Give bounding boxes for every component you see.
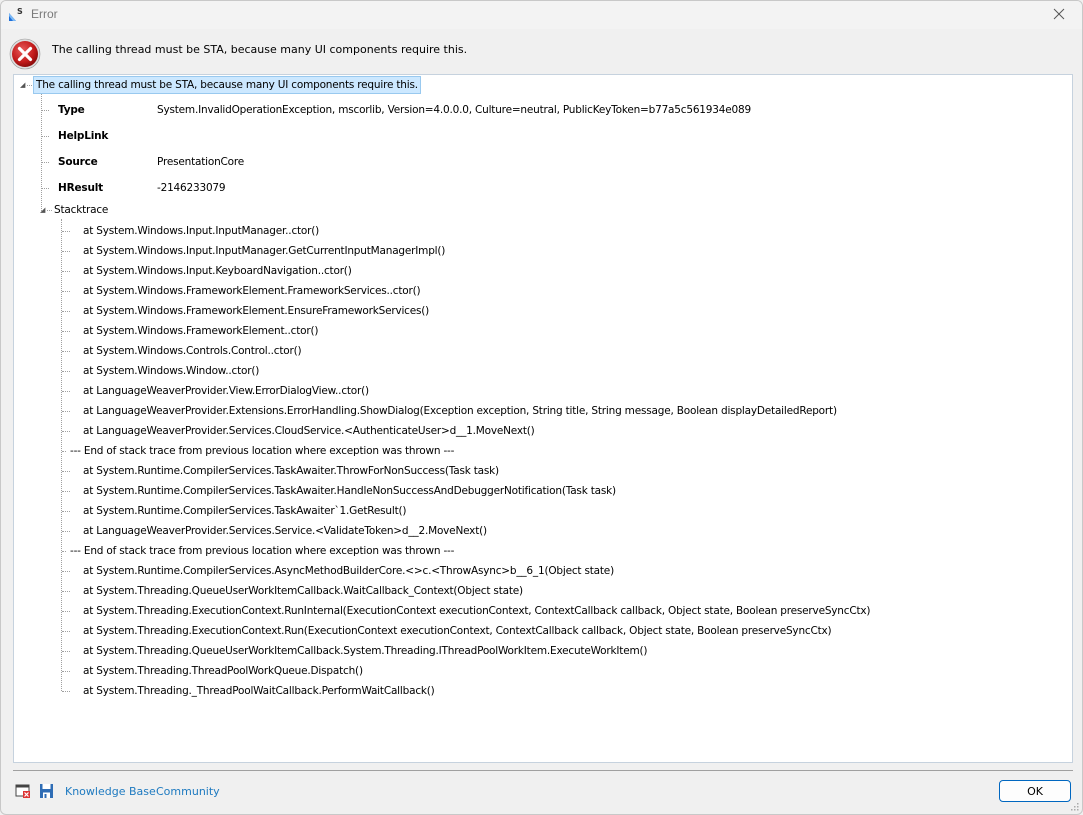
error-header: The calling thread must be STA, because … [1, 31, 1082, 71]
window-title: Error [31, 7, 58, 21]
stacktrace-frame[interactable]: at System.Runtime.CompilerServices.TaskA… [83, 482, 616, 500]
stacktrace-frame[interactable]: at System.Runtime.CompilerServices.TaskA… [83, 502, 407, 520]
tree-connector [62, 251, 70, 252]
stacktrace-frame[interactable]: at System.Windows.Input.InputManager.Get… [83, 242, 445, 260]
tree-connector [41, 94, 42, 211]
tree-connector [62, 651, 70, 652]
stacktrace-frame[interactable]: at System.Windows.FrameworkElement..ctor… [83, 322, 318, 340]
property-value[interactable]: -2146233079 [157, 179, 226, 197]
tree-connector [42, 110, 49, 111]
tree-connector [61, 219, 62, 691]
tree-connector [42, 188, 49, 189]
stacktrace-frame[interactable]: at System.Windows.Input.InputManager..ct… [83, 222, 319, 240]
stacktrace-frame[interactable]: at System.Windows.Window..ctor() [83, 362, 259, 380]
title-bar: S Error [1, 1, 1082, 29]
property-key: HResult [58, 182, 103, 194]
error-dialog-window: S Error The calling thread must be STA, … [0, 0, 1083, 815]
property-key: Source [58, 156, 98, 168]
save-icon[interactable] [39, 783, 55, 799]
error-icon [9, 38, 41, 70]
svg-text:S: S [17, 7, 23, 16]
stacktrace-separator[interactable]: --- End of stack trace from previous loc… [70, 542, 454, 560]
close-window-icon[interactable] [15, 783, 31, 799]
stacktrace-frame[interactable]: at System.Windows.Controls.Control..ctor… [83, 342, 302, 360]
tree-connector [62, 231, 70, 232]
property-value[interactable]: PresentationCore [157, 153, 244, 171]
close-icon [1053, 8, 1065, 23]
close-button[interactable] [1036, 1, 1082, 29]
stacktrace-frame[interactable]: at System.Windows.FrameworkElement.Frame… [83, 282, 421, 300]
tree-connector [62, 671, 70, 672]
tree-connector [62, 391, 70, 392]
knowledge-base-link[interactable]: Knowledge Base [65, 785, 156, 798]
tree-connector [27, 85, 32, 86]
stacktrace-frame[interactable]: at LanguageWeaverProvider.Services.Cloud… [83, 422, 535, 440]
exception-tree[interactable]: ◢ The calling thread must be STA, becaus… [13, 74, 1073, 763]
stacktrace-frame[interactable]: at System.Runtime.CompilerServices.Async… [83, 562, 614, 580]
tree-connector [62, 611, 70, 612]
tree-connector [62, 331, 70, 332]
property-value[interactable]: System.InvalidOperationException, mscorl… [157, 101, 751, 119]
stacktrace-frame[interactable]: at System.Runtime.CompilerServices.TaskA… [83, 462, 499, 480]
stacktrace-frame[interactable]: at LanguageWeaverProvider.Services.Servi… [83, 522, 487, 540]
community-link[interactable]: Community [156, 785, 220, 798]
tree-connector [62, 511, 70, 512]
stacktrace-frame[interactable]: at System.Threading.QueueUserWorkItemCal… [83, 642, 647, 660]
resize-grip-icon[interactable] [1070, 802, 1080, 812]
s-app-logo-icon: S [8, 6, 24, 22]
tree-connector [62, 431, 70, 432]
tree-root-node[interactable]: The calling thread must be STA, because … [33, 76, 421, 94]
tree-connector [62, 471, 70, 472]
stacktrace-frame[interactable]: at System.Threading._ThreadPoolWaitCallb… [83, 682, 435, 700]
tree-connector [62, 591, 70, 592]
stacktrace-frame[interactable]: at System.Windows.FrameworkElement.Ensur… [83, 302, 429, 320]
tree-connector [42, 136, 49, 137]
tree-connector [42, 162, 49, 163]
stacktrace-frame[interactable]: at System.Threading.ExecutionContext.Run… [83, 622, 832, 640]
tree-connector [62, 451, 66, 452]
property-key: Type [58, 104, 85, 116]
tree-connector [62, 371, 70, 372]
tree-connector [62, 351, 70, 352]
ok-button[interactable]: OK [999, 780, 1071, 802]
footer-divider [13, 770, 1073, 771]
stacktrace-frame[interactable]: at System.Threading.QueueUserWorkItemCal… [83, 582, 523, 600]
tree-connector [62, 411, 70, 412]
tree-connector [62, 631, 70, 632]
error-message: The calling thread must be STA, because … [52, 43, 468, 56]
stacktrace-node[interactable]: Stacktrace [54, 201, 108, 219]
stacktrace-frame[interactable]: at LanguageWeaverProvider.Extensions.Err… [83, 402, 837, 420]
tree-connector [62, 271, 70, 272]
stacktrace-frame[interactable]: at System.Threading.ExecutionContext.Run… [83, 602, 870, 620]
tree-connector [62, 691, 70, 692]
tree-connector [62, 551, 66, 552]
tree-connector [62, 291, 70, 292]
tree-connector [62, 311, 70, 312]
tree-connector [62, 491, 70, 492]
stacktrace-frame[interactable]: at System.Windows.Input.KeyboardNavigati… [83, 262, 352, 280]
stacktrace-frame[interactable]: at System.Threading.ThreadPoolWorkQueue.… [83, 662, 363, 680]
stacktrace-frame[interactable]: at LanguageWeaverProvider.View.ErrorDial… [83, 382, 369, 400]
tree-connector [62, 531, 70, 532]
tree-connector [62, 571, 70, 572]
property-key: HelpLink [58, 130, 109, 142]
stacktrace-separator[interactable]: --- End of stack trace from previous loc… [70, 442, 454, 460]
tree-connector [47, 210, 52, 211]
